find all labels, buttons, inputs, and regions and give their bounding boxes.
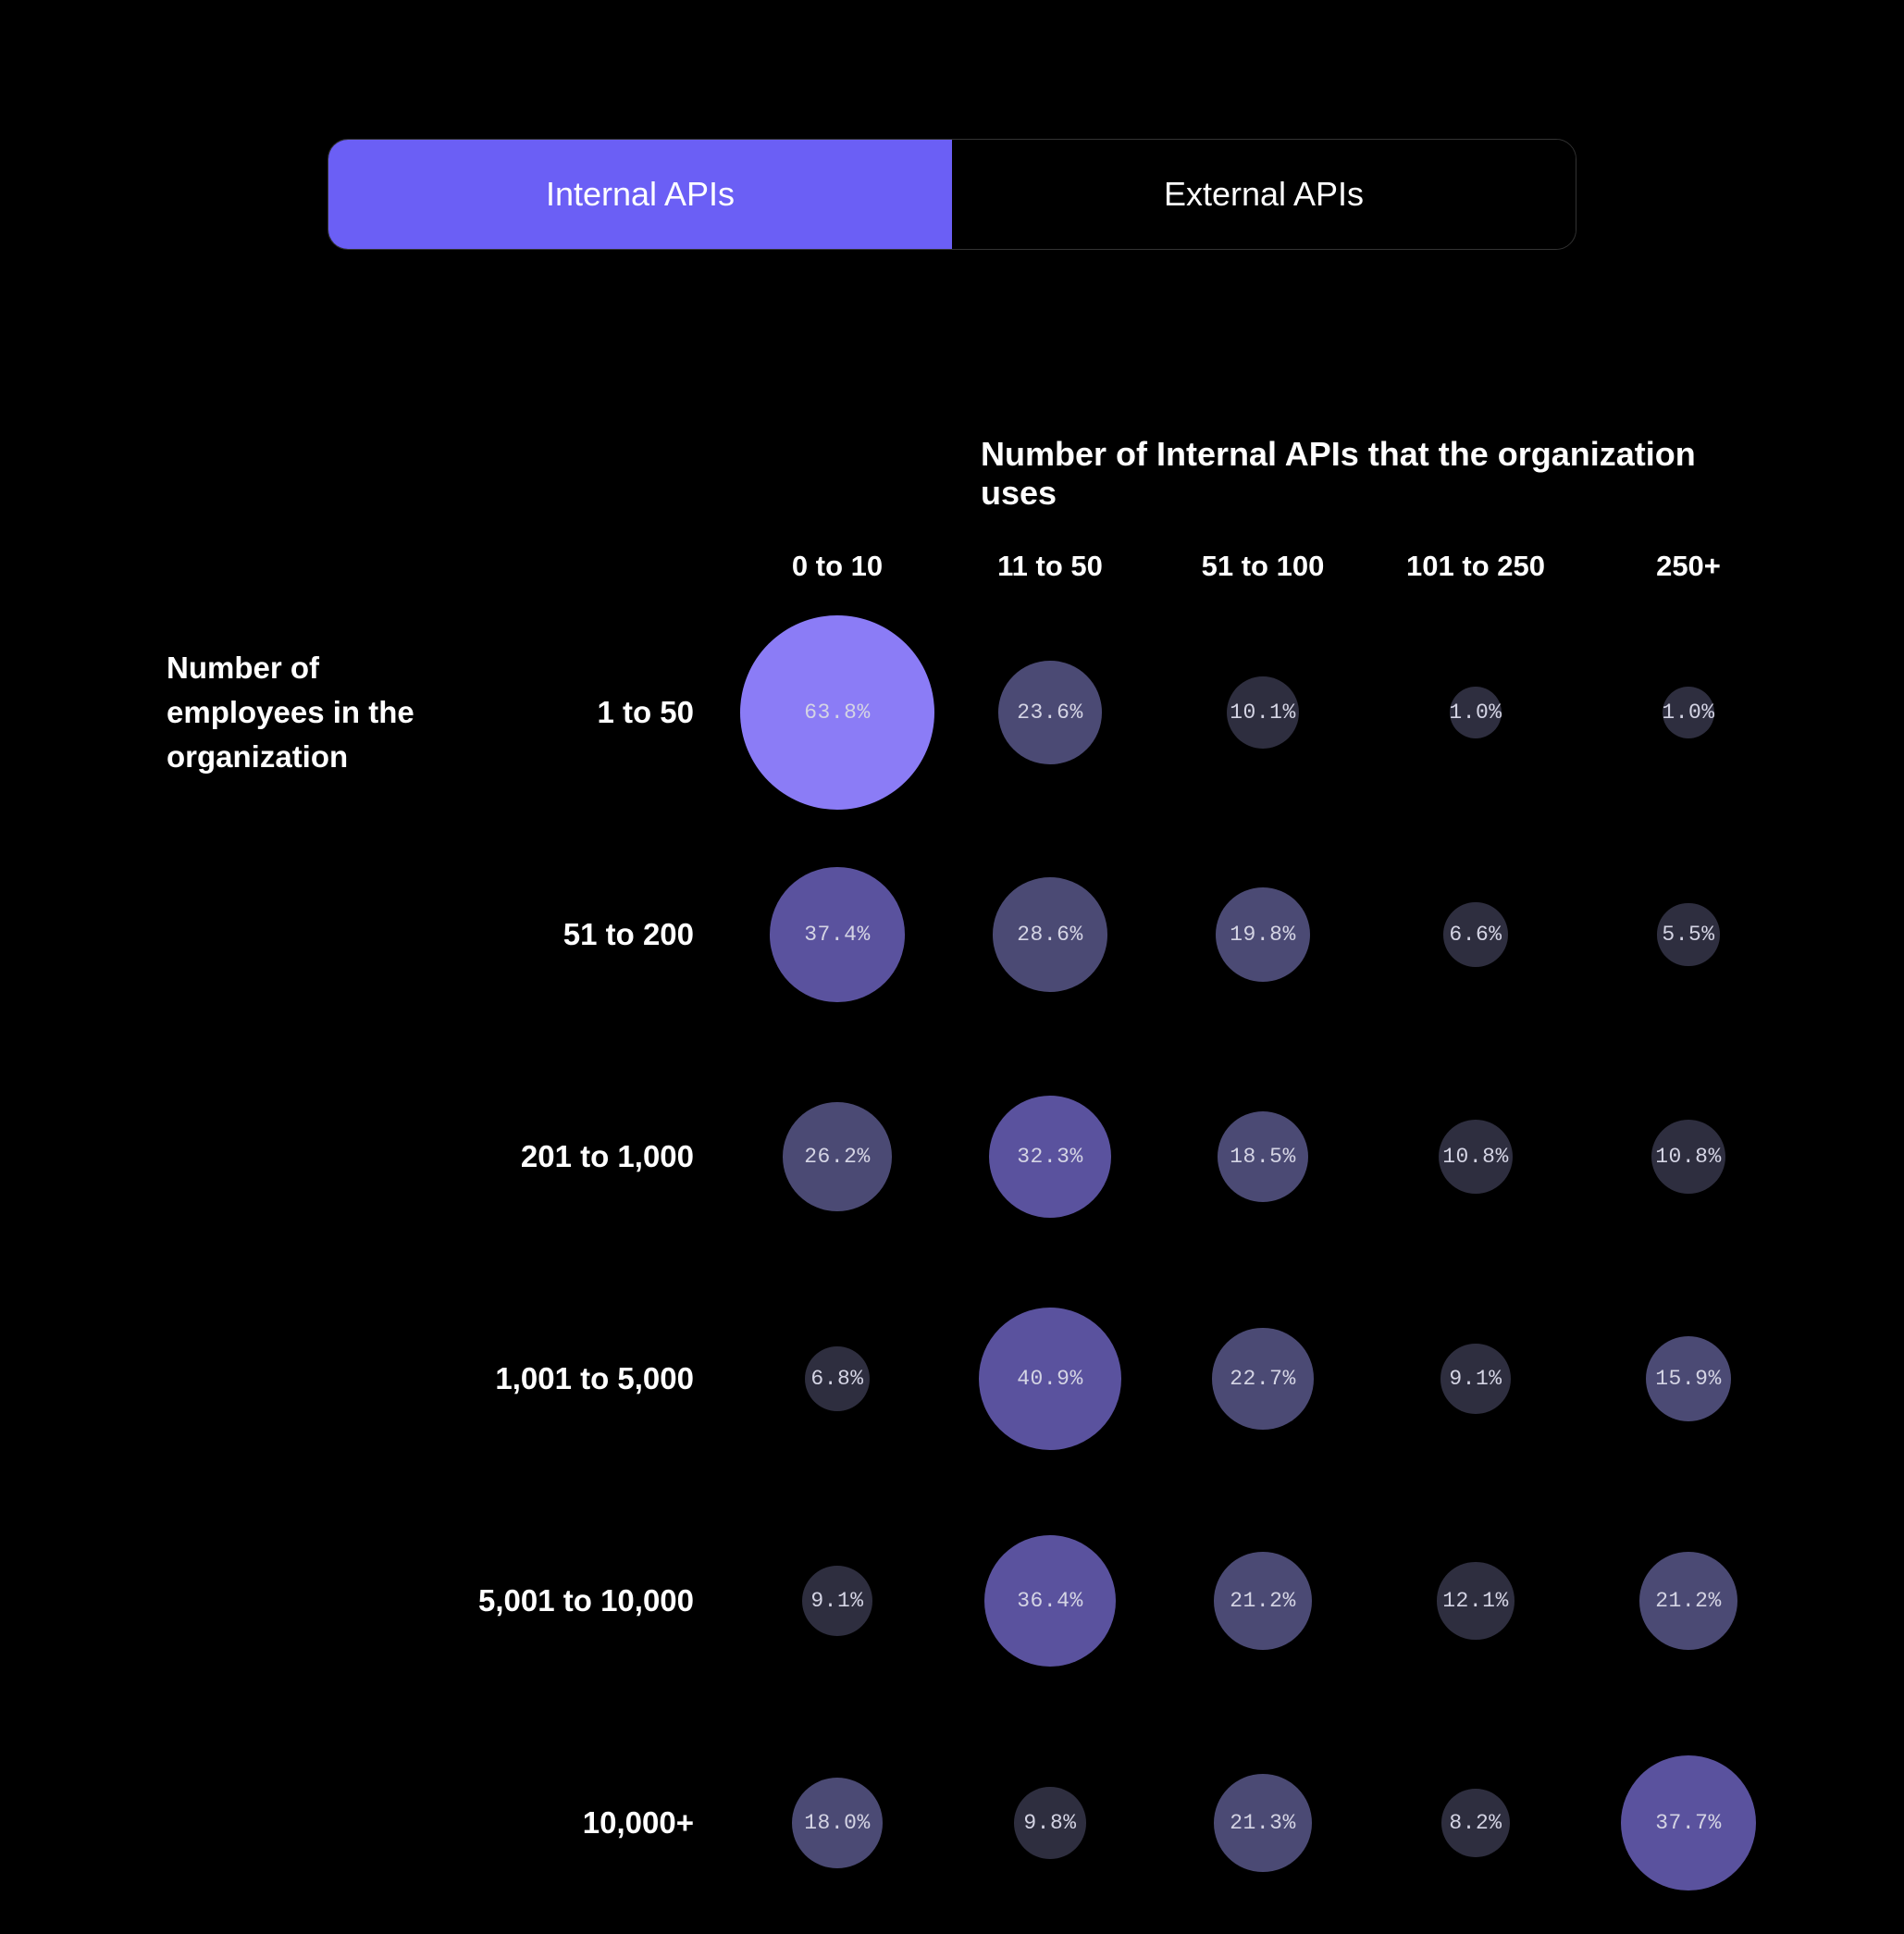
- chart-cell: 1.0%: [1369, 601, 1582, 824]
- bubble: 5.5%: [1657, 903, 1719, 965]
- bubble: 1.0%: [1663, 687, 1714, 738]
- bubble: 21.2%: [1214, 1552, 1312, 1650]
- chart-cell: 21.2%: [1582, 1490, 1795, 1712]
- chart-cell: 1.0%: [1582, 601, 1795, 824]
- row-label: 1 to 50: [463, 695, 731, 730]
- bubble: 37.4%: [770, 867, 904, 1001]
- chart-cell: 6.6%: [1369, 824, 1582, 1046]
- chart-cell: 21.3%: [1156, 1712, 1369, 1934]
- row-label: 10,000+: [463, 1805, 731, 1841]
- bubble: 21.3%: [1214, 1774, 1312, 1872]
- bubble: 10.8%: [1439, 1120, 1513, 1194]
- row-label: 201 to 1,000: [463, 1139, 731, 1174]
- bubble: 23.6%: [998, 661, 1101, 763]
- chart-cell: 9.1%: [731, 1490, 944, 1712]
- chart-cell: 18.0%: [731, 1712, 944, 1934]
- bubble: 19.8%: [1216, 887, 1310, 982]
- chart-cell: 12.1%: [1369, 1490, 1582, 1712]
- bubble: 40.9%: [979, 1308, 1121, 1450]
- chart-cell: 23.6%: [944, 601, 1156, 824]
- bubble: 9.1%: [1440, 1344, 1511, 1414]
- bubble: 36.4%: [984, 1535, 1117, 1667]
- bubble: 18.0%: [792, 1778, 883, 1868]
- col-header: 51 to 100: [1156, 550, 1369, 601]
- bubble: 26.2%: [783, 1102, 892, 1211]
- y-axis-label: Number of employees in the organization: [167, 646, 463, 779]
- bubble: 1.0%: [1450, 687, 1502, 738]
- col-header: 0 to 10: [731, 550, 944, 601]
- bubble: 21.2%: [1639, 1552, 1737, 1650]
- chart-cell: 9.8%: [944, 1712, 1156, 1934]
- bubble: 18.5%: [1218, 1111, 1309, 1203]
- chart-cell: 28.6%: [944, 824, 1156, 1046]
- row-label: 1,001 to 5,000: [463, 1361, 731, 1396]
- bubble-chart: Number of Internal APIs that the organiz…: [167, 435, 1737, 1934]
- chart-cell: 26.2%: [731, 1046, 944, 1268]
- chart-cell: 22.7%: [1156, 1268, 1369, 1490]
- chart-cell: 10.8%: [1369, 1046, 1582, 1268]
- chart-cell: 37.7%: [1582, 1712, 1795, 1934]
- row-label: 51 to 200: [463, 917, 731, 952]
- bubble: 15.9%: [1646, 1336, 1732, 1422]
- bubble: 10.8%: [1651, 1120, 1725, 1194]
- chart-cell: 36.4%: [944, 1490, 1156, 1712]
- bubble: 22.7%: [1212, 1328, 1313, 1429]
- chart-cell: 40.9%: [944, 1268, 1156, 1490]
- col-header: 11 to 50: [944, 550, 1156, 601]
- bubble: 12.1%: [1437, 1562, 1514, 1639]
- bubble: 28.6%: [993, 877, 1107, 992]
- row-label: 5,001 to 10,000: [463, 1583, 731, 1618]
- bubble: 6.8%: [805, 1346, 870, 1411]
- tab-internal-apis[interactable]: Internal APIs: [328, 140, 952, 249]
- col-header: 250+: [1582, 550, 1795, 601]
- bubble: 63.8%: [740, 615, 934, 810]
- chart-grid: 0 to 1011 to 5051 to 100101 to 250250+Nu…: [167, 550, 1737, 1934]
- bubble: 32.3%: [989, 1096, 1112, 1219]
- chart-cell: 19.8%: [1156, 824, 1369, 1046]
- chart-cell: 15.9%: [1582, 1268, 1795, 1490]
- bubble: 8.2%: [1441, 1789, 1510, 1857]
- bubble: 9.1%: [802, 1566, 872, 1636]
- chart-cell: 8.2%: [1369, 1712, 1582, 1934]
- chart-cell: 6.8%: [731, 1268, 944, 1490]
- chart-cell: 10.8%: [1582, 1046, 1795, 1268]
- chart-cell: 21.2%: [1156, 1490, 1369, 1712]
- chart-cell: 10.1%: [1156, 601, 1369, 824]
- chart-cell: 9.1%: [1369, 1268, 1582, 1490]
- bubble: 6.6%: [1443, 902, 1508, 967]
- chart-title: Number of Internal APIs that the organiz…: [981, 435, 1737, 513]
- col-header: 101 to 250: [1369, 550, 1582, 601]
- bubble: 37.7%: [1621, 1755, 1756, 1891]
- tab-external-apis[interactable]: External APIs: [952, 140, 1576, 249]
- chart-cell: 5.5%: [1582, 824, 1795, 1046]
- chart-cell: 37.4%: [731, 824, 944, 1046]
- bubble: 9.8%: [1014, 1787, 1086, 1859]
- chart-cell: 32.3%: [944, 1046, 1156, 1268]
- chart-cell: 18.5%: [1156, 1046, 1369, 1268]
- chart-cell: 63.8%: [731, 601, 944, 824]
- api-tabs: Internal APIs External APIs: [328, 139, 1576, 250]
- bubble: 10.1%: [1227, 676, 1299, 749]
